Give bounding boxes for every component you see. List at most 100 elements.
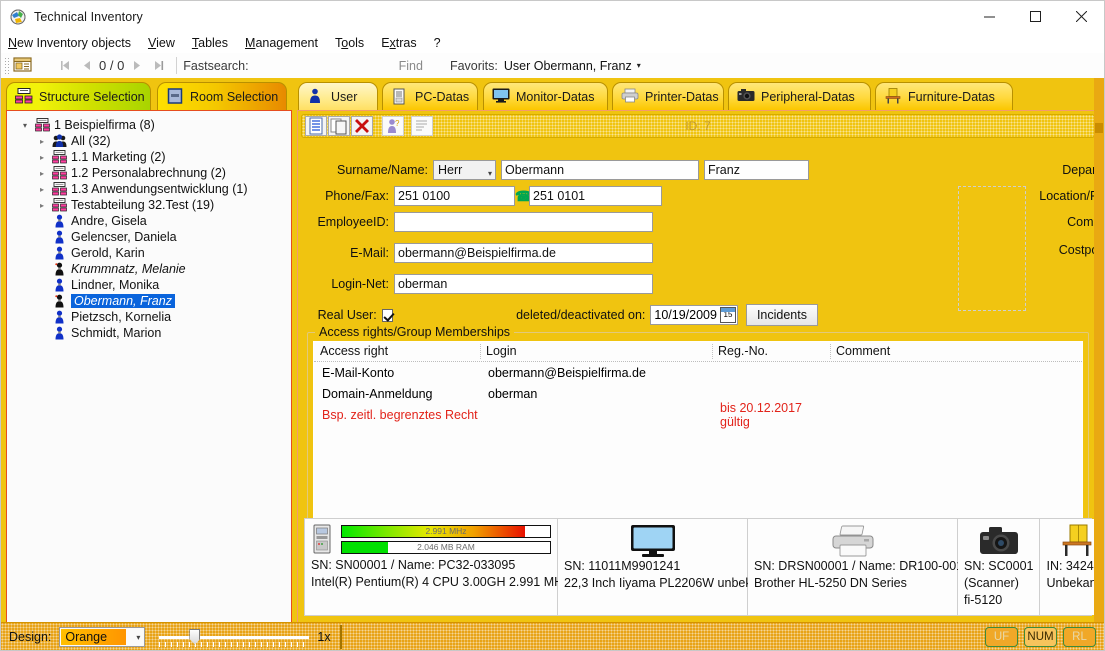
status-indicator-uf[interactable]: UF xyxy=(985,626,1018,647)
document-icon[interactable] xyxy=(13,56,35,76)
next-record-icon[interactable] xyxy=(126,56,148,76)
realuser-checkbox[interactable] xyxy=(381,308,394,322)
chevron-right-icon[interactable]: ▸ xyxy=(36,183,48,195)
tree-node-label: Krummnatz, Melanie xyxy=(71,262,186,276)
favorites-chevron-down-icon[interactable]: ▾ xyxy=(637,61,641,70)
title-bar: Technical Inventory xyxy=(1,1,1104,32)
design-label: Design: xyxy=(9,629,52,644)
menu-help[interactable]: ? xyxy=(434,34,449,52)
surname-input[interactable]: Obermann xyxy=(501,160,699,180)
tree-node[interactable]: ▸ 1.1 Marketing (2) xyxy=(11,149,287,165)
menu-tables[interactable]: Tables xyxy=(192,34,236,52)
tab-structure-selection[interactable]: Structure Selection xyxy=(6,82,151,110)
menu-tools[interactable]: Tools xyxy=(335,34,372,52)
email-label: E-Mail: xyxy=(350,246,389,260)
column-header-access-right: Access right xyxy=(320,344,389,358)
record-id-label: ID: 7 xyxy=(685,119,711,133)
employeeid-input[interactable] xyxy=(394,212,653,232)
phone-input[interactable]: 251 0100 xyxy=(394,186,515,206)
menu-management[interactable]: Management xyxy=(245,34,326,52)
tree-node[interactable]: Krummnatz, Melanie xyxy=(11,261,287,277)
device-card[interactable]: SN: DRSN00001 / Name: DR100-001 Brother H… xyxy=(748,519,963,615)
scrollbar-thumb[interactable] xyxy=(1095,123,1103,133)
structure-tree-panel[interactable]: ▾ 1 Beispielfirma (8) ▸ All (32) ▸ 1.1 Market… xyxy=(6,110,292,623)
email-input[interactable]: obermann@Beispielfirma.de xyxy=(394,243,653,263)
first-record-icon[interactable] xyxy=(53,56,75,76)
salutation-select[interactable]: Herr ▾ xyxy=(433,160,496,180)
tree-node[interactable]: ▸ All (32) xyxy=(11,133,287,149)
tree-node[interactable]: Schmidt, Marion xyxy=(11,325,287,341)
application-window: Technical Inventory NNew Inventory objec… xyxy=(0,0,1105,651)
tree-node[interactable]: Gerold, Karin xyxy=(11,245,287,261)
dept-icon xyxy=(52,182,67,196)
maximize-button[interactable] xyxy=(1012,1,1058,32)
tree-node[interactable]: Lindner, Monika xyxy=(11,277,287,293)
tree-node[interactable]: Pietzsch, Kornelia xyxy=(11,309,287,325)
tab-printer-datas[interactable]: Printer-Datas xyxy=(612,82,724,110)
tab-furniture-datas[interactable]: Furniture-Datas xyxy=(875,82,1013,110)
tab-user[interactable]: User xyxy=(298,82,378,110)
login-input[interactable]: oberman xyxy=(394,274,653,294)
tree-node[interactable]: ▸ Testabteilung 32.Test (19) xyxy=(11,197,287,213)
table-row[interactable]: Domain-Anmeldung oberman xyxy=(314,383,1082,404)
access-rights-table[interactable]: Access right Login Reg.-No. Comment E-Ma… xyxy=(313,341,1083,526)
zoom-slider[interactable] xyxy=(159,627,310,647)
room-icon xyxy=(166,87,184,106)
chevron-right-icon[interactable]: ▸ xyxy=(36,151,48,163)
window-title: Technical Inventory xyxy=(34,9,143,24)
menu-new-inventory-objects[interactable]: NNew Inventory objectsew Inventory objec… xyxy=(8,34,139,52)
deleted-date-field[interactable]: 10/19/2009 15 xyxy=(650,305,738,325)
device-card[interactable]: 2.991 MHz 2.046 MB RAM SN: SN00001 / Name:… xyxy=(305,519,569,615)
table-row[interactable]: E-Mail-Konto obermann@Beispielfirma.de xyxy=(314,362,1082,383)
close-button[interactable] xyxy=(1058,1,1104,32)
design-select[interactable]: Orange ▾ xyxy=(59,626,146,647)
minimize-button[interactable] xyxy=(966,1,1012,32)
chevron-right-icon[interactable]: ▸ xyxy=(36,199,48,211)
device-card[interactable]: SN: SC0001 (Scanner) fi-5120 xyxy=(958,519,1041,615)
tab-peripheral-datas[interactable]: Peripheral-Datas xyxy=(728,82,871,110)
tree-node[interactable]: ▸ 1.3 Anwendungsentwicklung (1) xyxy=(11,181,287,197)
fax-input[interactable]: 251 0101 xyxy=(529,186,662,206)
device-info-line: SN: 11011M9901241 xyxy=(564,559,681,573)
person-dark-icon xyxy=(52,262,67,276)
menu-extras[interactable]: Extras xyxy=(381,34,424,52)
chevron-right-icon[interactable]: ▸ xyxy=(36,167,48,179)
previous-record-icon[interactable] xyxy=(75,56,97,76)
tree-node[interactable]: Obermann, Franz xyxy=(11,293,287,309)
tab-pc-datas[interactable]: PC-Datas xyxy=(382,82,478,110)
deleted-date-value: 10/19/2009 xyxy=(654,308,717,322)
tree-node[interactable]: Andre, Gisela xyxy=(11,213,287,229)
favorites-value[interactable]: User Obermann, Franz xyxy=(504,59,632,73)
chevron-down-icon[interactable]: ▾ xyxy=(19,119,31,131)
table-row[interactable]: Bsp. zeitl. begrenztes Recht bis 20.12.20… xyxy=(314,401,1082,429)
calendar-icon[interactable]: 15 xyxy=(719,307,736,323)
fastsearch-label: Fastsearch: xyxy=(183,58,249,73)
tab-room-selection[interactable]: Room Selection xyxy=(157,82,287,110)
device-card[interactable]: SN: 11011M9901241 22,3 Inch Iiyama PL2206… xyxy=(558,519,752,615)
status-indicator-num[interactable]: NUM xyxy=(1024,626,1057,647)
last-record-icon[interactable] xyxy=(148,56,170,76)
tree-node[interactable]: ▾ 1 Beispielfirma (8) xyxy=(11,117,287,133)
tab-monitor-datas[interactable]: Monitor-Datas xyxy=(483,82,608,110)
slider-track xyxy=(159,635,310,639)
firstname-input[interactable]: Franz xyxy=(704,160,809,180)
incidents-button[interactable]: Incidents xyxy=(745,304,818,326)
tab-furniture-datas-label: Furniture-Datas xyxy=(908,89,995,104)
main-vertical-scrollbar[interactable] xyxy=(1094,78,1104,622)
toolbar-grip[interactable] xyxy=(4,57,9,74)
record-toolbar: ? ID: 7 xyxy=(301,114,1095,138)
tree-node[interactable]: ▸ 1.2 Personalabrechnung (2) xyxy=(11,165,287,181)
resource-bar-label: 2.046 MB RAM xyxy=(417,541,475,552)
pc-icon xyxy=(391,88,409,106)
tree-view[interactable]: ▾ 1 Beispielfirma (8) ▸ All (32) ▸ 1.1 Market… xyxy=(7,111,291,345)
dept-icon xyxy=(52,198,67,212)
status-indicator-rl[interactable]: RL xyxy=(1063,626,1096,647)
printer-device-icon xyxy=(754,524,951,558)
login-label: Login-Net: xyxy=(331,277,389,291)
find-button[interactable]: Find xyxy=(399,59,423,73)
access-rights-header: Access right Login Reg.-No. Comment xyxy=(314,342,1082,362)
tree-node[interactable]: Gelencser, Daniela xyxy=(11,229,287,245)
menu-view[interactable]: View xyxy=(148,34,183,52)
chevron-right-icon[interactable]: ▸ xyxy=(36,135,48,147)
